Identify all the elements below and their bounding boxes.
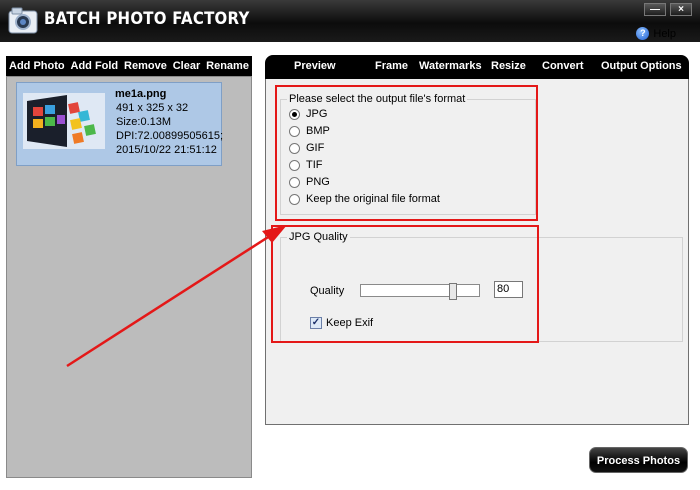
photo-list-item[interactable]: me1a.png 491 x 325 x 32 Size:0.13M DPI:7… [16, 82, 224, 166]
help-icon: ? [636, 27, 650, 40]
photo-date: 2015/10/22 21:51:12 [116, 144, 217, 156]
close-button[interactable]: × [670, 3, 692, 16]
annotation-box-quality [271, 225, 539, 343]
remove-button[interactable]: Remove [124, 60, 167, 72]
tab-preview[interactable]: Preview [294, 60, 336, 72]
add-folder-button[interactable]: Add Fold [71, 60, 119, 72]
annotation-box-format [275, 85, 538, 221]
minimize-button[interactable]: — [644, 3, 666, 16]
help-label: Help [653, 27, 676, 40]
app-title: BATCH PHOTO FACTORY [44, 9, 250, 29]
add-photo-button[interactable]: Add Photo [9, 60, 65, 72]
help-link[interactable]: ? Help [636, 27, 676, 40]
photo-info: me1a.png 491 x 325 x 32 Size:0.13M DPI:7… [115, 87, 224, 157]
photo-dimensions: 491 x 325 x 32 [116, 102, 189, 114]
tab-resize[interactable]: Resize [491, 60, 526, 72]
tab-bar: Preview Frame Watermarks Resize Convert … [265, 55, 689, 79]
app-camera-icon [8, 7, 38, 34]
photo-toolbar: Add Photo Add Fold Remove Clear Rename [6, 56, 252, 76]
photo-name: me1a.png [115, 88, 167, 100]
photo-thumbnail [23, 93, 105, 149]
process-photos-button[interactable]: Process Photos [589, 447, 688, 473]
photo-list[interactable]: me1a.png 491 x 325 x 32 Size:0.13M DPI:7… [6, 76, 252, 478]
photo-dpi: DPI:72.00899505615; [116, 130, 224, 142]
tab-convert[interactable]: Convert [542, 60, 584, 72]
tab-frame[interactable]: Frame [375, 60, 408, 72]
tab-watermarks[interactable]: Watermarks [419, 60, 482, 72]
rename-button[interactable]: Rename [206, 60, 249, 72]
title-bar: BATCH PHOTO FACTORY — × [0, 0, 700, 42]
clear-button[interactable]: Clear [173, 60, 201, 72]
photo-size: Size:0.13M [116, 116, 172, 128]
tab-output-options[interactable]: Output Options [601, 60, 682, 72]
